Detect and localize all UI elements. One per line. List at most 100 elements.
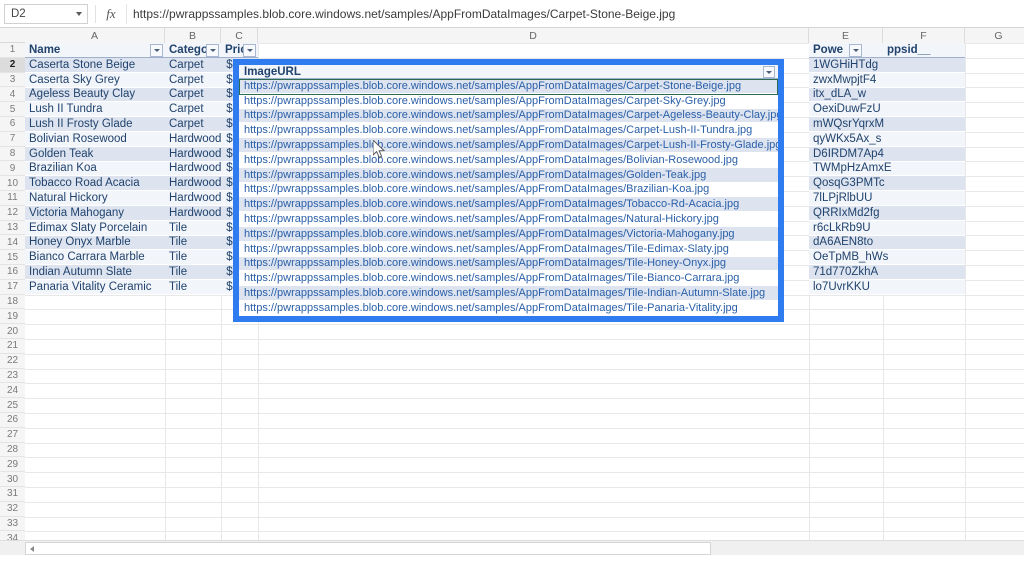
filter-dropdown-icon[interactable] <box>243 44 256 57</box>
table-cell-ppsid[interactable]: itx_dLA_w <box>809 87 965 103</box>
table-cell-category[interactable]: Carpet <box>165 58 221 73</box>
row-header-5[interactable]: 5 <box>0 102 25 117</box>
imageurl-list-item[interactable]: https://pwrappssamples.blob.core.windows… <box>239 271 778 287</box>
imageurl-list-item[interactable]: https://pwrappssamples.blob.core.windows… <box>239 108 778 124</box>
chevron-down-icon[interactable] <box>76 11 82 16</box>
column-header-a[interactable]: A <box>25 28 165 43</box>
table-cell-name[interactable]: Caserta Sky Grey <box>25 72 165 88</box>
row-header-9[interactable]: 9 <box>0 161 25 177</box>
imageurl-list-item[interactable]: https://pwrappssamples.blob.core.windows… <box>239 138 778 153</box>
row-header-14[interactable]: 14 <box>0 235 25 251</box>
table-cell-category[interactable]: Carpet <box>165 117 221 132</box>
row-header-11[interactable]: 11 <box>0 191 25 206</box>
column-header-b[interactable]: B <box>165 28 221 43</box>
table-cell-category[interactable]: Hardwood <box>165 146 221 162</box>
scroll-left-icon[interactable] <box>26 543 37 554</box>
imageurl-list-item[interactable]: https://pwrappssamples.blob.core.windows… <box>239 182 778 198</box>
row-header-1[interactable]: 1 <box>0 43 25 58</box>
table-cell-ppsid[interactable]: r6cLkRb9U <box>809 220 965 236</box>
horizontal-scrollbar[interactable] <box>0 540 1024 555</box>
row-header-2[interactable]: 2 <box>0 57 25 73</box>
formula-input[interactable]: https://pwrappssamples.blob.core.windows… <box>126 3 1018 24</box>
table-cell-name[interactable]: Bianco Carrara Marble <box>25 250 165 266</box>
table-cell-ppsid[interactable]: TWMpHzAmxE <box>809 161 965 177</box>
table-cell-category[interactable]: Tile <box>165 235 221 251</box>
row-header-3[interactable]: 3 <box>0 72 25 88</box>
row-header-17[interactable]: 17 <box>0 279 25 295</box>
row-header-7[interactable]: 7 <box>0 131 25 147</box>
table-header-power[interactable]: Powe <box>809 43 883 58</box>
column-header-f[interactable]: F <box>883 28 965 43</box>
filter-dropdown-icon[interactable] <box>849 44 862 57</box>
column-header-e[interactable]: E <box>809 28 883 43</box>
table-cell-category[interactable]: Hardwood <box>165 176 221 192</box>
table-cell-ppsid[interactable]: 71d770ZkhA <box>809 265 965 280</box>
table-cell-category[interactable]: Tile <box>165 265 221 280</box>
column-header-g[interactable]: G <box>965 28 1024 43</box>
table-cell-category[interactable]: Hardwood <box>165 191 221 206</box>
table-cell-category[interactable]: Tile <box>165 280 221 295</box>
table-cell-name[interactable]: Tobacco Road Acacia <box>25 176 165 192</box>
row-header-21[interactable]: 21 <box>0 339 25 354</box>
filter-dropdown-icon[interactable] <box>763 66 775 78</box>
row-header-4[interactable]: 4 <box>0 87 25 103</box>
imageurl-list-item[interactable]: https://pwrappssamples.blob.core.windows… <box>239 153 778 168</box>
row-header-10[interactable]: 10 <box>0 176 25 191</box>
table-cell-ppsid[interactable]: OexiDuwFzU <box>809 102 965 118</box>
table-cell-ppsid[interactable]: QRRIxMd2fg <box>809 206 965 221</box>
row-header-25[interactable]: 25 <box>0 398 25 413</box>
row-header-26[interactable]: 26 <box>0 413 25 428</box>
filter-dropdown-icon[interactable] <box>206 44 219 57</box>
table-cell-category[interactable]: Hardwood <box>165 132 221 147</box>
table-cell-name[interactable]: Lush II Frosty Glade <box>25 117 165 132</box>
table-cell-ppsid[interactable]: D6IRDM7Ap4 <box>809 146 965 162</box>
table-cell-name[interactable]: Natural Hickory <box>25 191 165 206</box>
table-cell-ppsid[interactable]: mWQsrYqrxM <box>809 117 965 132</box>
table-cell-name[interactable]: Honey Onyx Marble <box>25 235 165 251</box>
table-cell-name[interactable]: Golden Teak <box>25 146 165 162</box>
table-cell-name[interactable]: Victoria Mahogany <box>25 206 165 221</box>
imageurl-list-item[interactable]: https://pwrappssamples.blob.core.windows… <box>239 79 778 94</box>
imageurl-list-item[interactable]: https://pwrappssamples.blob.core.windows… <box>239 197 778 213</box>
table-header-ppsid[interactable]: ppsid__ <box>883 43 965 58</box>
table-cell-category[interactable]: Carpet <box>165 87 221 103</box>
table-cell-ppsid[interactable]: QosqG3PMTc <box>809 176 965 192</box>
row-header-28[interactable]: 28 <box>0 442 25 458</box>
column-header-d[interactable]: D <box>258 28 809 43</box>
row-header-19[interactable]: 19 <box>0 309 25 325</box>
row-header-20[interactable]: 20 <box>0 324 25 339</box>
imageurl-list-item[interactable]: https://pwrappssamples.blob.core.windows… <box>239 93 778 109</box>
table-cell-ppsid[interactable]: OeTpMB_hWs <box>809 250 965 266</box>
imageurl-list-item[interactable]: https://pwrappssamples.blob.core.windows… <box>239 212 778 227</box>
table-cell-category[interactable]: Hardwood <box>165 206 221 221</box>
filter-dropdown-icon[interactable] <box>150 44 163 57</box>
function-icon[interactable]: fx <box>102 4 120 24</box>
scrollbar-thumb[interactable] <box>25 542 711 555</box>
row-header-16[interactable]: 16 <box>0 265 25 280</box>
row-header-13[interactable]: 13 <box>0 220 25 236</box>
name-box[interactable]: D2 <box>4 3 88 24</box>
row-header-32[interactable]: 32 <box>0 501 25 517</box>
table-cell-name[interactable]: Ageless Beauty Clay <box>25 87 165 103</box>
table-cell-name[interactable]: Brazilian Koa <box>25 161 165 177</box>
table-cell-name[interactable]: Indian Autumn Slate <box>25 265 165 280</box>
table-header-name[interactable]: Name <box>25 43 165 58</box>
table-cell-category[interactable]: Hardwood <box>165 161 221 177</box>
imageurl-list-item[interactable]: https://pwrappssamples.blob.core.windows… <box>239 167 778 183</box>
table-cell-category[interactable]: Tile <box>165 250 221 266</box>
row-header-31[interactable]: 31 <box>0 487 25 502</box>
table-cell-category[interactable]: Carpet <box>165 72 221 88</box>
table-cell-name[interactable]: Edimax Slaty Porcelain <box>25 220 165 236</box>
row-header-29[interactable]: 29 <box>0 457 25 473</box>
row-header-22[interactable]: 22 <box>0 353 25 369</box>
imageurl-list-item[interactable]: https://pwrappssamples.blob.core.windows… <box>239 241 778 257</box>
row-header-23[interactable]: 23 <box>0 368 25 384</box>
row-header-8[interactable]: 8 <box>0 146 25 162</box>
table-cell-name[interactable]: Caserta Stone Beige <box>25 58 165 73</box>
table-cell-ppsid[interactable]: 7lLPjRlbUU <box>809 191 965 206</box>
row-header-30[interactable]: 30 <box>0 472 25 487</box>
imageurl-list-item[interactable]: https://pwrappssamples.blob.core.windows… <box>239 123 778 139</box>
table-cell-ppsid[interactable]: 1WGHiHTdg <box>809 58 965 73</box>
imageurl-list-item[interactable]: https://pwrappssamples.blob.core.windows… <box>239 256 778 272</box>
table-cell-ppsid[interactable]: qyWKx5Ax_s <box>809 132 965 147</box>
